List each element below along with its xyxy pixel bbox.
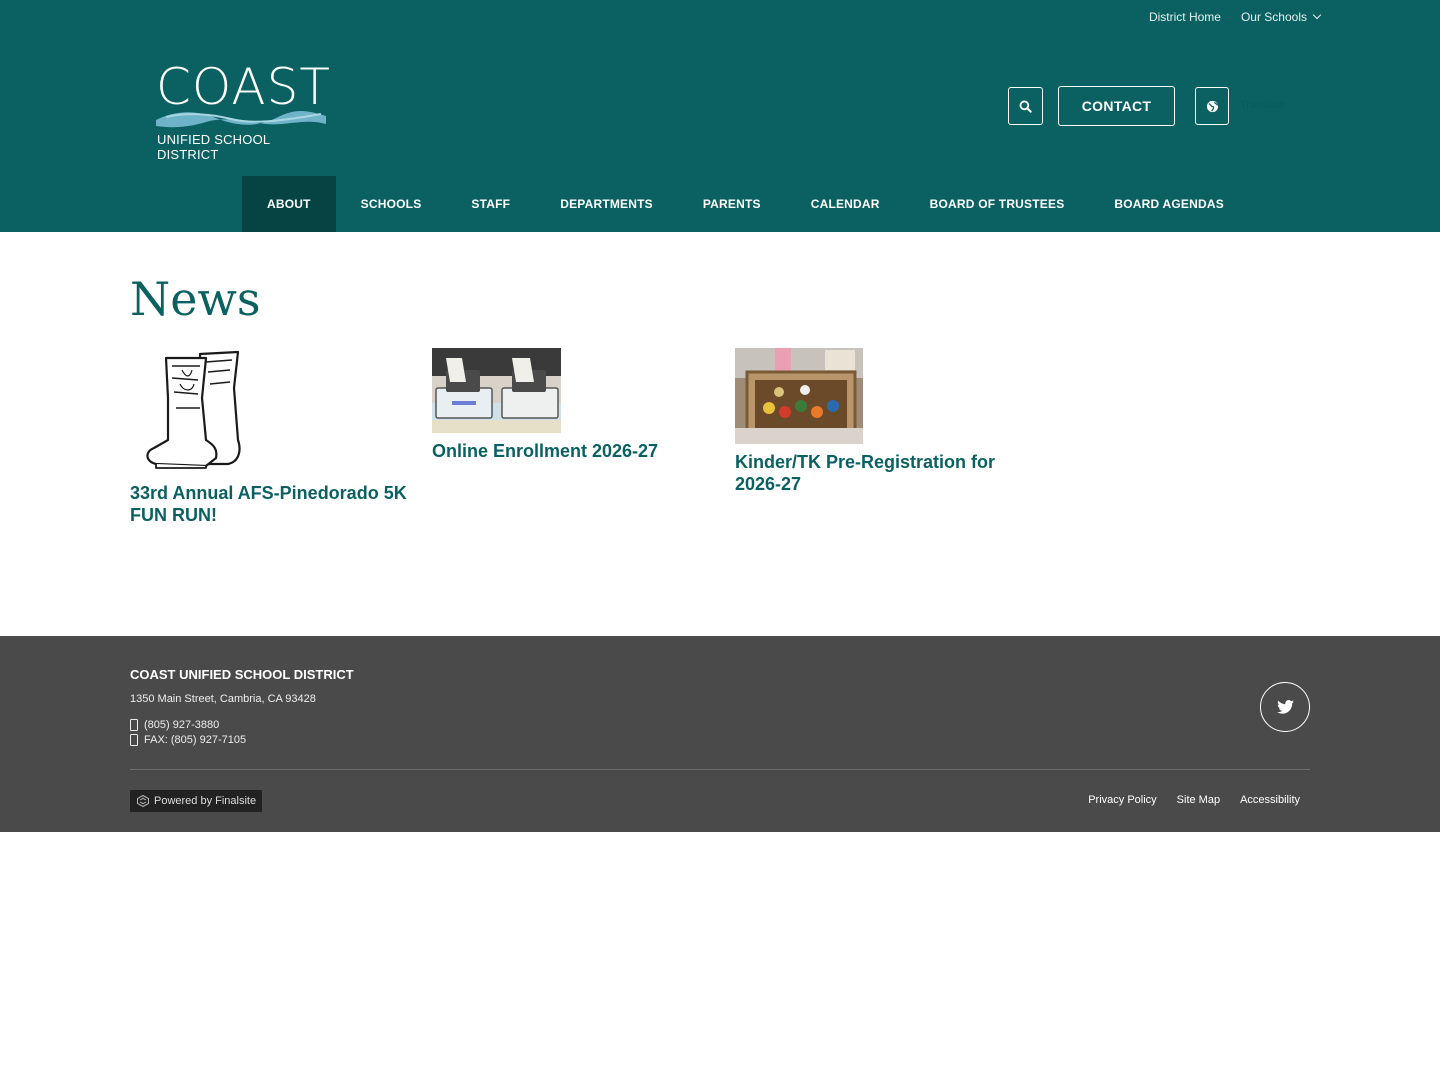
nav-item-departments[interactable]: DEPARTMENTS bbox=[535, 176, 678, 232]
site-map-link[interactable]: Site Map bbox=[1177, 794, 1220, 806]
search-button[interactable] bbox=[1008, 87, 1043, 125]
footer-phone[interactable]: (805) 927-3880 bbox=[130, 719, 219, 731]
wave-logo-icon bbox=[156, 111, 326, 128]
footer-divider bbox=[130, 769, 1310, 770]
footer-fax: FAX: (805) 927-7105 bbox=[130, 734, 246, 746]
footer-phone-number: (805) 927-3880 bbox=[144, 719, 220, 731]
fax-icon bbox=[130, 734, 138, 746]
site-footer: COAST UNIFIED SCHOOL DISTRICT 1350 Main … bbox=[0, 636, 1440, 832]
privacy-policy-link[interactable]: Privacy Policy bbox=[1088, 794, 1156, 806]
footer-fax-number: FAX: (805) 927-7105 bbox=[144, 734, 247, 746]
our-schools-label: Our Schools bbox=[1240, 10, 1307, 24]
news-title-link[interactable]: Online Enrollment 2026-27 bbox=[432, 440, 722, 462]
news-card: Online Enrollment 2026-27 bbox=[432, 348, 722, 462]
globe-icon bbox=[1206, 100, 1218, 112]
translate-label[interactable]: Translate bbox=[1240, 99, 1285, 111]
news-title-link[interactable]: Kinder/TK Pre-Registration for 2026-27 bbox=[735, 451, 1025, 495]
phone-icon bbox=[130, 719, 138, 731]
nav-item-parents[interactable]: PARENTS bbox=[678, 176, 786, 232]
finalsite-logo-icon bbox=[137, 795, 149, 807]
nav-item-calendar[interactable]: CALENDAR bbox=[786, 176, 905, 232]
contact-button[interactable]: CONTACT bbox=[1058, 86, 1175, 126]
nav-item-staff[interactable]: STAFF bbox=[446, 176, 535, 232]
site-header: District Home Our Schools COAST UNIFIED … bbox=[0, 0, 1440, 232]
nav-item-board-agendas[interactable]: BOARD AGENDAS bbox=[1089, 176, 1249, 232]
news-title-link[interactable]: 33rd Annual AFS-Pinedorado 5K FUN RUN! bbox=[130, 482, 420, 526]
chevron-down-icon bbox=[1312, 10, 1322, 20]
main-nav: ABOUT SCHOOLS STAFF DEPARTMENTS PARENTS … bbox=[242, 176, 1249, 232]
news-card: 33rd Annual AFS-Pinedorado 5K FUN RUN! bbox=[130, 348, 420, 526]
nav-item-schools[interactable]: SCHOOLS bbox=[336, 176, 447, 232]
utility-nav: District Home Our Schools bbox=[1149, 10, 1322, 24]
our-schools-dropdown[interactable]: Our Schools bbox=[1240, 10, 1322, 24]
nav-item-about[interactable]: ABOUT bbox=[242, 176, 336, 232]
powered-by-finalsite-badge[interactable]: Powered by Finalsite bbox=[130, 790, 262, 812]
district-logo[interactable]: COAST UNIFIED SCHOOL DISTRICT bbox=[156, 58, 331, 162]
twitter-link[interactable] bbox=[1260, 682, 1310, 732]
footer-address: 1350 Main Street, Cambria, CA 93428 bbox=[130, 693, 316, 705]
logo-subtitle: UNIFIED SCHOOL DISTRICT bbox=[157, 132, 270, 162]
twitter-icon bbox=[1276, 700, 1294, 714]
logo-word: COAST bbox=[156, 58, 331, 116]
translate-button[interactable] bbox=[1195, 87, 1229, 125]
search-icon bbox=[1019, 100, 1032, 113]
news-card: Kinder/TK Pre-Registration for 2026-27 bbox=[735, 348, 1025, 495]
cowboy-boots-image[interactable] bbox=[142, 348, 262, 472]
footer-org-name: COAST UNIFIED SCHOOL DISTRICT bbox=[130, 667, 354, 682]
footer-links: Privacy Policy Site Map Accessibility bbox=[1088, 794, 1300, 806]
classroom-toys-image[interactable] bbox=[735, 348, 863, 444]
page-title: News bbox=[130, 272, 261, 326]
powered-by-label: Powered by Finalsite bbox=[154, 795, 257, 807]
district-home-link[interactable]: District Home bbox=[1149, 10, 1221, 24]
laptops-image[interactable] bbox=[432, 348, 561, 433]
accessibility-link[interactable]: Accessibility bbox=[1240, 794, 1300, 806]
nav-item-board-of-trustees[interactable]: BOARD OF TRUSTEES bbox=[905, 176, 1090, 232]
